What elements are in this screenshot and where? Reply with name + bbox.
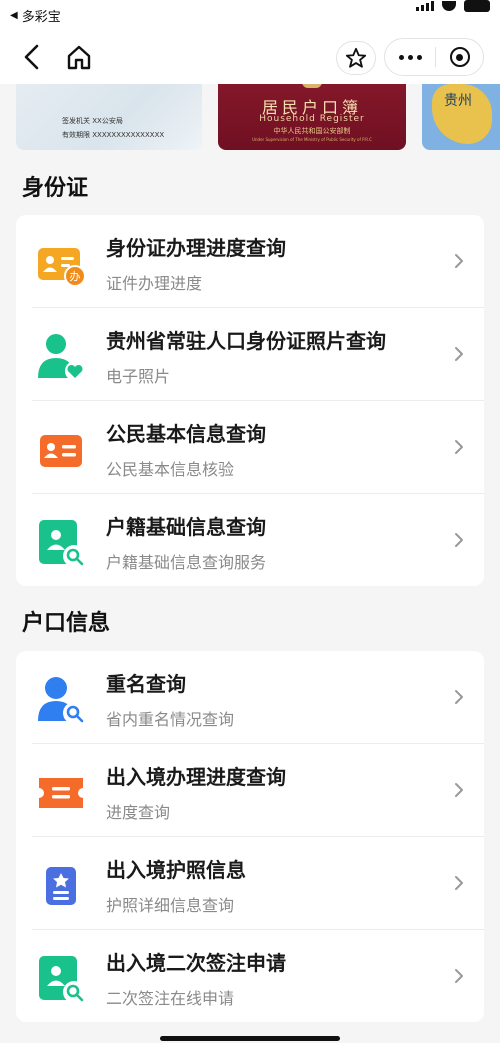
map-card-text: 贵州 bbox=[444, 93, 472, 109]
service-title: 出入境二次签注申请 bbox=[106, 951, 286, 975]
service-item-household-info[interactable]: 户籍基础信息查询 户籍基础信息查询服务 bbox=[16, 494, 484, 587]
id-card-services-panel: 办 身份证办理进度查询 证件办理进度 贵州省常驻人口身份证照片查询 电子照片 公… bbox=[16, 215, 484, 586]
signal-icon bbox=[416, 1, 434, 11]
back-button[interactable] bbox=[18, 42, 48, 72]
user-heart-icon bbox=[38, 334, 85, 381]
service-title: 公民基本信息查询 bbox=[106, 422, 266, 446]
chevron-right-icon bbox=[455, 876, 463, 890]
nav-bar bbox=[0, 32, 500, 84]
emblem-icon bbox=[302, 84, 322, 88]
id-card-image[interactable]: 签发机关 XX公安局 有效期限 XXXXXXXXXXXXXXX bbox=[16, 84, 202, 150]
service-subtitle: 护照详细信息查询 bbox=[106, 896, 235, 915]
id-card-issuer: 签发机关 XX公安局 bbox=[62, 117, 123, 125]
chevron-right-icon bbox=[455, 254, 463, 268]
service-title: 出入境办理进度查询 bbox=[106, 765, 286, 789]
chevron-left-icon bbox=[24, 44, 39, 70]
service-item-exit-entry-progress[interactable]: 出入境办理进度查询 进度查询 bbox=[16, 744, 484, 837]
section-title-id-card: 身份证 bbox=[22, 176, 89, 201]
wifi-icon bbox=[442, 1, 456, 11]
household-subtitle: Household Register bbox=[259, 114, 365, 124]
miniprogram-capsule bbox=[384, 38, 484, 76]
home-indicator bbox=[160, 1036, 340, 1041]
service-title: 重名查询 bbox=[106, 672, 186, 696]
chevron-right-icon bbox=[455, 533, 463, 547]
passport-icon bbox=[46, 867, 76, 905]
id-card-validity: 有效期限 XXXXXXXXXXXXXXX bbox=[62, 131, 165, 139]
battery-icon bbox=[464, 0, 490, 12]
map-card-image[interactable]: 贵州 bbox=[422, 84, 500, 150]
ticket-icon bbox=[39, 778, 83, 808]
service-item-citizen-info[interactable]: 公民基本信息查询 公民基本信息核验 bbox=[16, 401, 484, 494]
service-subtitle: 进度查询 bbox=[106, 803, 171, 822]
service-subtitle: 二次签注在线申请 bbox=[106, 989, 235, 1008]
more-dot-icon bbox=[398, 54, 404, 60]
chevron-right-icon bbox=[455, 440, 463, 454]
service-item-id-photo[interactable]: 贵州省常驻人口身份证照片查询 电子照片 bbox=[16, 308, 484, 401]
id-card-icon bbox=[40, 435, 82, 467]
svg-text:办: 办 bbox=[70, 270, 81, 283]
profile-search-icon bbox=[39, 956, 85, 1003]
service-item-second-endorsement[interactable]: 出入境二次签注申请 二次签注在线申请 bbox=[16, 930, 484, 1023]
household-register-image[interactable]: 居民户口簿 Household Register 中华人民共和国公安部制 Und… bbox=[218, 84, 406, 150]
service-subtitle: 户籍基础信息查询服务 bbox=[106, 553, 267, 572]
back-to-app-link[interactable]: ◀ 多彩宝 bbox=[10, 6, 61, 25]
service-item-id-progress[interactable]: 办 身份证办理进度查询 证件办理进度 bbox=[16, 215, 484, 308]
service-subtitle: 省内重名情况查询 bbox=[106, 710, 235, 729]
close-miniprogram-button[interactable] bbox=[436, 39, 483, 75]
document-banner: 签发机关 XX公安局 有效期限 XXXXXXXXXXXXXXX 居民户口簿 Ho… bbox=[0, 84, 500, 152]
household-issuer-en: Under Supervision of The Ministry of Pub… bbox=[252, 137, 372, 142]
back-app-label: 多彩宝 bbox=[21, 10, 61, 25]
status-indicators bbox=[416, 0, 490, 12]
chevron-right-icon bbox=[455, 690, 463, 704]
household-services-panel: 重名查询 省内重名情况查询 出入境办理进度查询 进度查询 出入境护照信息 护照详… bbox=[16, 651, 484, 1022]
favorite-button[interactable] bbox=[336, 41, 376, 75]
target-icon bbox=[449, 47, 470, 67]
home-icon bbox=[67, 45, 91, 70]
chevron-right-icon bbox=[455, 969, 463, 983]
more-dot-icon bbox=[407, 54, 413, 60]
id-card-progress-icon: 办 bbox=[38, 248, 86, 287]
service-item-duplicate-name[interactable]: 重名查询 省内重名情况查询 bbox=[16, 651, 484, 744]
service-title: 出入境护照信息 bbox=[106, 858, 246, 882]
star-icon bbox=[345, 47, 367, 68]
user-search-icon bbox=[38, 677, 85, 724]
section-title-household: 户口信息 bbox=[22, 611, 111, 636]
service-title: 身份证办理进度查询 bbox=[106, 236, 286, 260]
service-item-passport-info[interactable]: 出入境护照信息 护照详细信息查询 bbox=[16, 837, 484, 930]
status-bar: ◀ 多彩宝 bbox=[0, 0, 500, 32]
service-title: 贵州省常驻人口身份证照片查询 bbox=[106, 329, 386, 353]
service-subtitle: 公民基本信息核验 bbox=[106, 460, 235, 479]
more-button[interactable] bbox=[385, 39, 435, 75]
service-subtitle: 证件办理进度 bbox=[106, 274, 203, 293]
household-issuer: 中华人民共和国公安部制 bbox=[273, 127, 351, 135]
service-subtitle: 电子照片 bbox=[106, 367, 171, 386]
back-triangle-icon: ◀ bbox=[10, 10, 18, 21]
profile-search-icon bbox=[39, 520, 85, 567]
home-button[interactable] bbox=[64, 42, 94, 72]
chevron-right-icon bbox=[455, 347, 463, 361]
service-title: 户籍基础信息查询 bbox=[106, 515, 266, 539]
more-dot-icon bbox=[416, 54, 422, 60]
chevron-right-icon bbox=[455, 783, 463, 797]
